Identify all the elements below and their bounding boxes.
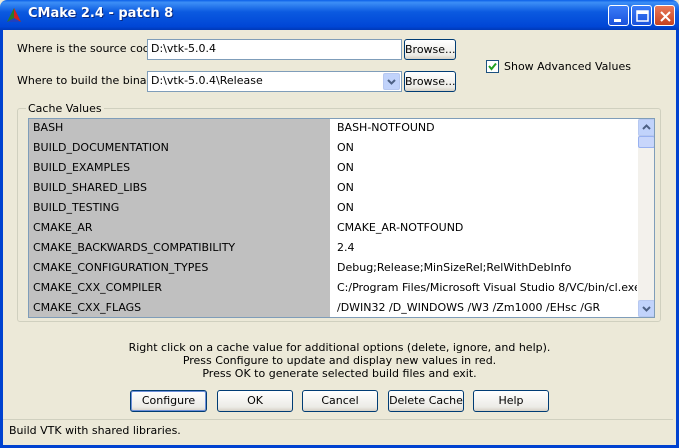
cache-key: BUILD_TESTING — [29, 199, 331, 219]
advanced-checkbox[interactable] — [486, 60, 499, 73]
source-input[interactable]: D:\vtk-5.0.4 — [147, 39, 402, 60]
chevron-up-icon — [642, 124, 651, 130]
table-row[interactable]: BASH BASH-NOTFOUND — [29, 119, 637, 139]
scroll-down-button[interactable] — [638, 300, 654, 317]
cache-key: BUILD_EXAMPLES — [29, 159, 331, 179]
cache-value[interactable]: ON — [332, 199, 637, 219]
configure-button[interactable]: Configure — [130, 390, 207, 412]
help-text-line-1: Right click on a cache value for additio… — [128, 341, 551, 354]
table-row[interactable]: BUILD_DOCUMENTATION ON — [29, 139, 637, 159]
cache-key: CMAKE_CXX_FLAGS — [29, 299, 331, 317]
cache-value[interactable]: C:/Program Files/Microsoft Visual Studio… — [332, 279, 637, 299]
cache-value[interactable]: Debug;Release;MinSizeRel;RelWithDebInfo — [332, 259, 637, 279]
source-browse-button[interactable]: Browse... — [404, 39, 456, 60]
table-row[interactable]: BUILD_SHARED_LIBS ON — [29, 179, 637, 199]
ok-button[interactable]: OK — [217, 390, 293, 412]
delete-cache-button[interactable]: Delete Cache — [388, 390, 464, 412]
cmake-logo-icon — [7, 8, 21, 22]
table-row[interactable]: CMAKE_AR CMAKE_AR-NOTFOUND — [29, 219, 637, 239]
table-row[interactable]: CMAKE_BACKWARDS_COMPATIBILITY 2.4 — [29, 239, 637, 259]
cache-key: CMAKE_CXX_COMPILER — [29, 279, 331, 299]
build-browse-button[interactable]: Browse... — [404, 71, 456, 92]
help-button[interactable]: Help — [473, 390, 549, 412]
scroll-up-button[interactable] — [638, 119, 654, 136]
title-bar[interactable]: CMake 2.4 - patch 8 — [0, 0, 679, 30]
table-row[interactable]: BUILD_TESTING ON — [29, 199, 637, 219]
status-text: Build VTK with shared libraries. — [9, 424, 181, 437]
cache-key: BUILD_SHARED_LIBS — [29, 179, 331, 199]
cancel-button[interactable]: Cancel — [302, 390, 378, 412]
minimize-button[interactable] — [608, 5, 629, 26]
build-combo[interactable]: D:\vtk-5.0.4\Release — [147, 71, 402, 92]
advanced-label: Show Advanced Values — [504, 60, 631, 73]
combo-dropdown-button[interactable] — [383, 73, 400, 90]
checkmark-icon — [488, 62, 497, 71]
cache-value[interactable]: /DWIN32 /D_WINDOWS /W3 /Zm1000 /EHsc /GR — [332, 299, 637, 317]
cache-grid: BASH BASH-NOTFOUND BUILD_DOCUMENTATION O… — [28, 118, 655, 318]
maximize-button[interactable] — [631, 5, 652, 26]
cache-key: CMAKE_BACKWARDS_COMPATIBILITY — [29, 239, 331, 259]
status-bar: Build VTK with shared libraries. — [3, 419, 673, 441]
table-row[interactable]: CMAKE_CXX_FLAGS /DWIN32 /D_WINDOWS /W3 /… — [29, 299, 637, 317]
cache-value[interactable]: CMAKE_AR-NOTFOUND — [332, 219, 637, 239]
close-icon — [660, 11, 671, 22]
help-text-line-3: Press OK to generate selected build file… — [202, 367, 477, 380]
cache-value[interactable]: 2.4 — [332, 239, 637, 259]
help-text-line-2: Press Configure to update and display ne… — [182, 354, 497, 367]
close-button[interactable] — [654, 5, 675, 26]
cache-key: BUILD_DOCUMENTATION — [29, 139, 331, 159]
cache-key: CMAKE_CONFIGURATION_TYPES — [29, 259, 331, 279]
maximize-icon — [636, 10, 649, 22]
cache-value[interactable]: ON — [332, 139, 637, 159]
cache-key: CMAKE_AR — [29, 219, 331, 239]
vertical-scrollbar[interactable] — [637, 119, 654, 317]
window-title: CMake 2.4 - patch 8 — [28, 6, 174, 21]
cache-values-title: Cache Values — [26, 102, 104, 115]
chevron-down-icon — [642, 306, 651, 312]
cache-value[interactable]: ON — [332, 179, 637, 199]
chevron-down-icon — [387, 79, 396, 85]
window-border-left — [0, 30, 3, 448]
scroll-thumb[interactable] — [638, 136, 654, 148]
minimize-icon — [614, 19, 621, 22]
table-row[interactable]: CMAKE_CONFIGURATION_TYPES Debug;Release;… — [29, 259, 637, 279]
table-row[interactable]: BUILD_EXAMPLES ON — [29, 159, 637, 179]
cache-value[interactable]: BASH-NOTFOUND — [332, 119, 637, 139]
cache-value[interactable]: ON — [332, 159, 637, 179]
cache-key: BASH — [29, 119, 331, 139]
build-combo-value: D:\vtk-5.0.4\Release — [151, 74, 263, 87]
source-label: Where is the source code: — [17, 42, 161, 55]
table-row[interactable]: CMAKE_CXX_COMPILER C:/Program Files/Micr… — [29, 279, 637, 299]
